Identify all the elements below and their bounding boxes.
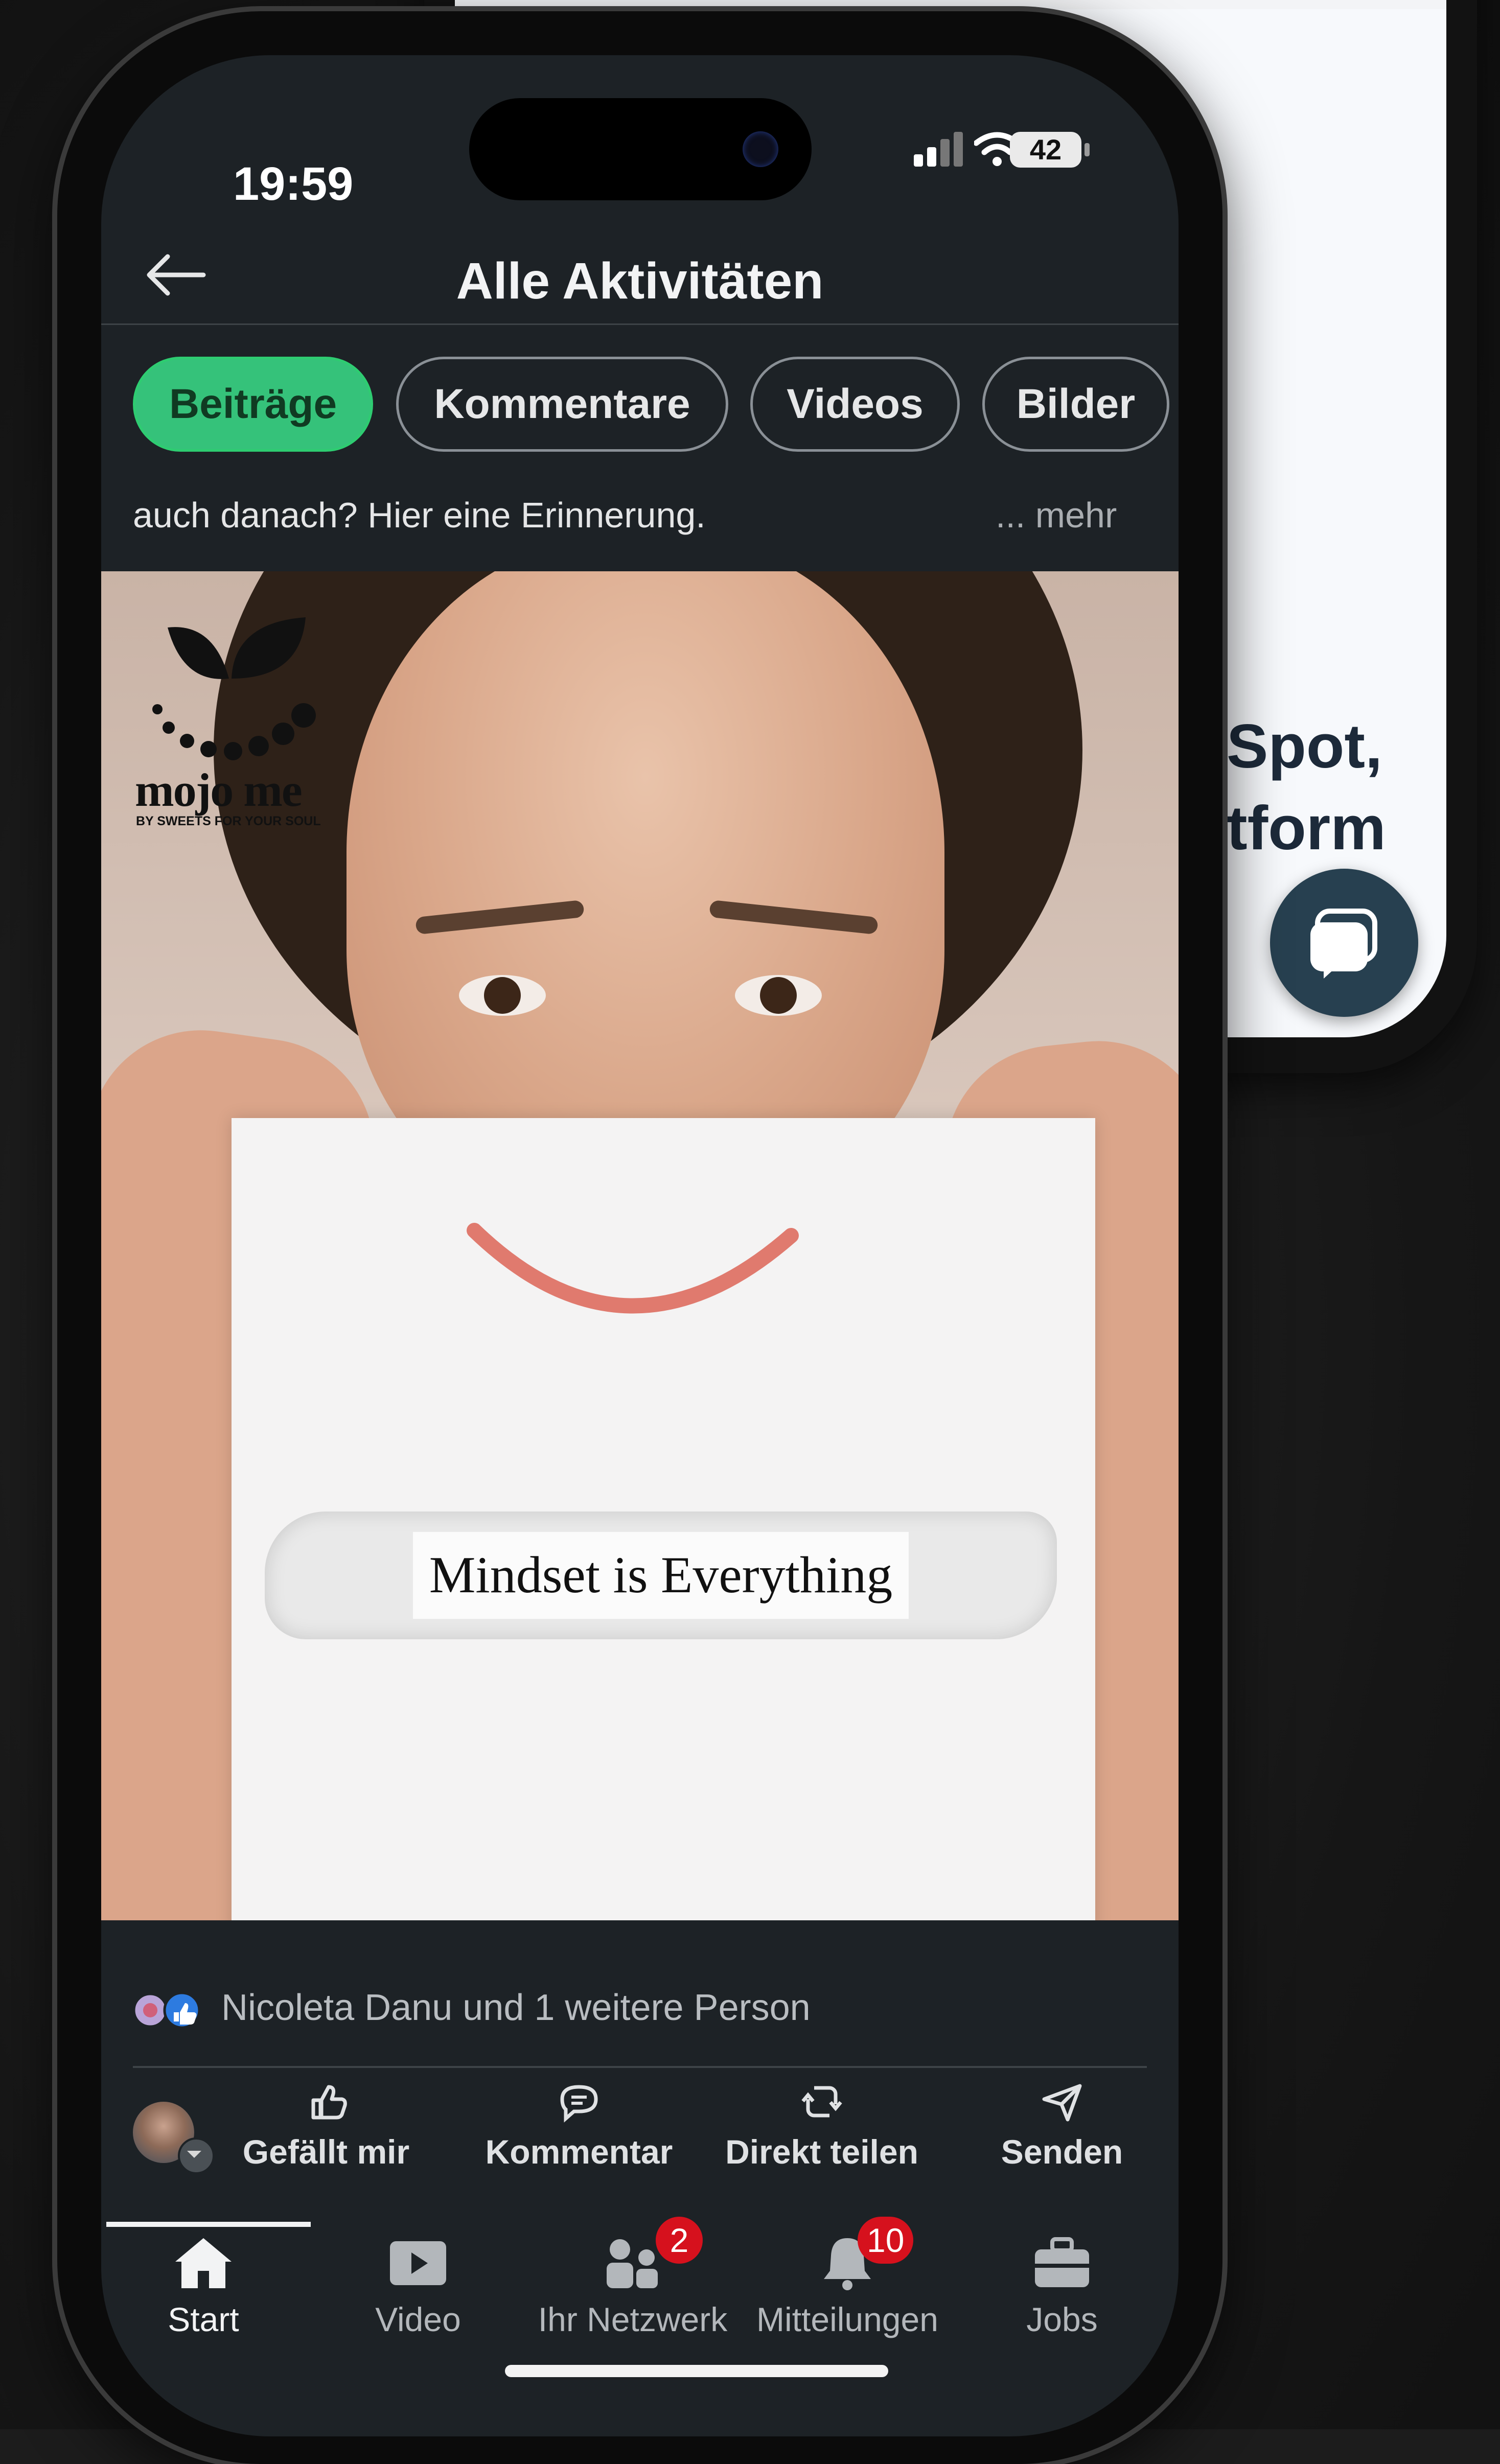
bottom-tab-bar: Start Video Ihr Netzwerk 2 Mitteilungen …: [101, 2217, 1179, 2436]
tab-start-label: Start: [168, 2300, 239, 2338]
post-action-bar: Gefällt mir Kommentar Direkt teilen Send…: [101, 2079, 1179, 2212]
send-button[interactable]: Senden: [970, 2079, 1154, 2171]
tab-video[interactable]: Video: [316, 2222, 520, 2339]
comment-label: Kommentar: [485, 2133, 673, 2171]
signal-icon: [914, 132, 963, 167]
background-topbar: [455, 0, 1446, 9]
tab-network-label: Ihr Netzwerk: [538, 2300, 728, 2338]
repost-icon: [801, 2086, 842, 2118]
paper-text: Mindset is Everything: [413, 1532, 909, 1619]
home-indicator[interactable]: [505, 2365, 888, 2377]
send-label: Senden: [1001, 2133, 1123, 2171]
comment-button[interactable]: Kommentar: [472, 2079, 686, 2171]
chip-kommentare[interactable]: Kommentare: [396, 357, 728, 452]
briefcase-icon: [1035, 2237, 1089, 2287]
background-heading-line-1: Spot,: [1227, 711, 1382, 781]
chip-videos[interactable]: Videos: [750, 357, 960, 452]
reaction-icons: [133, 1991, 201, 2029]
like-label: Gefällt mir: [242, 2133, 410, 2171]
logo-tagline: BY SWEETS FOR YOUR SOUL: [136, 814, 321, 828]
filter-chips: Beiträge Kommentare Videos Bilder: [133, 357, 1179, 454]
status-time: 19:59: [233, 158, 354, 210]
video-icon: [390, 2241, 446, 2285]
tab-jobs[interactable]: Jobs: [960, 2222, 1164, 2339]
home-icon: [175, 2238, 232, 2288]
reactions-summary[interactable]: Nicoleta Danu und 1 weitere Person: [221, 1987, 811, 2029]
top-bar: Alle Aktivitäten: [101, 224, 1179, 325]
tab-notifications-label: Mitteilungen: [756, 2300, 938, 2338]
post-teaser-text: auch danach? Hier eine Erinnerung.: [133, 495, 706, 535]
camera: [743, 131, 778, 167]
chat-button[interactable]: [1270, 869, 1418, 1017]
send-icon: [1042, 2084, 1082, 2122]
tab-jobs-label: Jobs: [1026, 2300, 1098, 2338]
logo-wordmark: mojo me: [135, 764, 303, 816]
thumbs-up-icon: [311, 2085, 347, 2120]
chip-beitraege[interactable]: Beiträge: [133, 357, 373, 452]
chip-bilder[interactable]: Bilder: [982, 357, 1169, 452]
comment-icon: [560, 2085, 598, 2123]
tab-video-label: Video: [375, 2300, 461, 2338]
tab-network[interactable]: Ihr Netzwerk 2: [530, 2217, 735, 2339]
network-badge: 2: [656, 2217, 703, 2264]
drawn-smile: [467, 1223, 799, 1314]
battery-indicator: 42: [1010, 132, 1081, 168]
left-eye: [459, 975, 546, 1016]
battery-cap: [1084, 143, 1090, 156]
right-eye: [735, 975, 822, 1016]
chevron-down-icon[interactable]: [178, 2137, 215, 2174]
background-heading-line-2: tform: [1227, 793, 1386, 863]
repost-label: Direkt teilen: [725, 2133, 918, 2171]
chat-icon: [1310, 909, 1377, 979]
divider: [133, 2066, 1147, 2068]
phone-frame: 19:59 42 Alle Aktivitäten Beiträge Komme…: [57, 11, 1222, 2464]
like-button[interactable]: Gefällt mir: [234, 2079, 418, 2171]
page-title: Alle Aktivitäten: [456, 252, 824, 310]
more-link[interactable]: ... mehr: [996, 495, 1117, 536]
notifications-badge: 10: [858, 2217, 914, 2264]
repost-button[interactable]: Direkt teilen: [714, 2079, 929, 2171]
app-screen: 19:59 42 Alle Aktivitäten Beiträge Komme…: [101, 55, 1179, 2436]
tab-notifications[interactable]: Mitteilungen 10: [745, 2217, 950, 2339]
post-image[interactable]: Mindset is Everything mojo me BY SWEETS …: [101, 571, 1179, 1920]
tab-start[interactable]: Start: [101, 2222, 306, 2339]
